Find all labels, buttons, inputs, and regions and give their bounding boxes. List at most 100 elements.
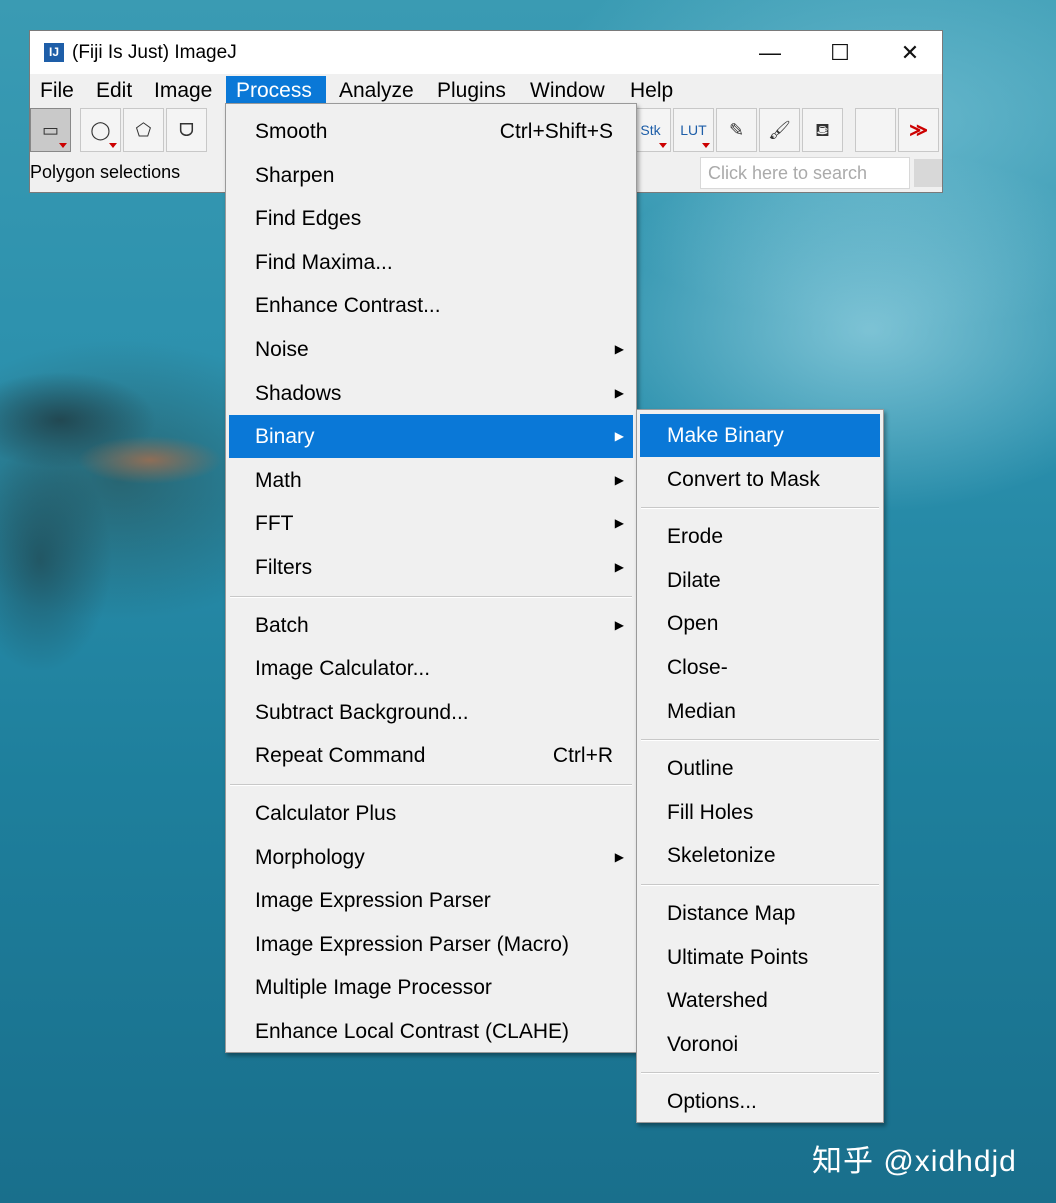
menu-item-erode[interactable]: Erode bbox=[640, 515, 880, 558]
menu-item-image-expression-parser-macro[interactable]: Image Expression Parser (Macro) bbox=[229, 923, 633, 966]
lut-tool-icon[interactable]: LUT bbox=[673, 108, 714, 152]
submenu-arrow-icon: ▶ bbox=[614, 472, 624, 487]
menu-item-label: Filters bbox=[255, 556, 313, 579]
menu-item-image-expression-parser[interactable]: Image Expression Parser bbox=[229, 879, 633, 922]
menu-item-label: Enhance Local Contrast (CLAHE) bbox=[255, 1020, 569, 1043]
menu-item-smooth[interactable]: Smooth Ctrl+Shift+S bbox=[229, 110, 633, 153]
search-button[interactable] bbox=[914, 159, 942, 187]
menu-item-label: Batch bbox=[255, 613, 309, 637]
submenu-arrow-icon: ▶ bbox=[614, 385, 624, 400]
menu-item-filters[interactable]: Filters ▶ bbox=[229, 546, 633, 589]
menu-window[interactable]: Window bbox=[520, 76, 620, 106]
pencil-tool-icon[interactable]: ✎ bbox=[716, 108, 757, 152]
oval-tool-icon[interactable]: ◯ bbox=[80, 108, 121, 152]
menu-item-math[interactable]: Math ▶ bbox=[229, 459, 633, 502]
menu-item-label: Image Calculator... bbox=[255, 657, 431, 681]
menu-item-shadows[interactable]: Shadows ▶ bbox=[229, 372, 633, 415]
menu-item-label: Repeat Command bbox=[255, 744, 426, 768]
search-input[interactable]: Click here to search bbox=[700, 157, 910, 189]
menu-item-label: Fill Holes bbox=[667, 800, 754, 824]
menu-item-morphology[interactable]: Morphology ▶ bbox=[229, 836, 633, 879]
flood-fill-tool-icon[interactable]: ⛾ bbox=[802, 108, 843, 152]
brush-tool-icon[interactable]: 🖌 bbox=[759, 108, 800, 152]
submenu-arrow-icon: ▶ bbox=[614, 429, 624, 444]
menu-item-convert-to-mask[interactable]: Convert to Mask bbox=[640, 458, 880, 501]
menu-item-label: Enhance Contrast... bbox=[255, 294, 441, 318]
menu-item-find-maxima[interactable]: Find Maxima... bbox=[229, 241, 633, 284]
menu-item-noise[interactable]: Noise ▶ bbox=[229, 328, 633, 371]
minimize-button[interactable]: — bbox=[735, 31, 805, 74]
menu-bar: File Edit Image Process Analyze Plugins Window… bbox=[30, 76, 942, 106]
close-button[interactable]: ✕ bbox=[875, 31, 945, 74]
menu-item-label: Outline bbox=[667, 757, 734, 781]
menu-item-multiple-image-processor[interactable]: Multiple Image Processor bbox=[229, 966, 633, 1009]
menu-image[interactable]: Image bbox=[144, 76, 226, 106]
menu-item-distance-map[interactable]: Distance Map bbox=[640, 892, 880, 935]
menu-item-skeletonize[interactable]: Skeletonize bbox=[640, 834, 880, 877]
menu-item-label: Image Expression Parser (Macro) bbox=[255, 932, 569, 956]
dropdown-indicator-icon bbox=[702, 143, 710, 148]
background-swimmer bbox=[0, 350, 240, 670]
menu-help[interactable]: Help bbox=[620, 76, 684, 106]
more-tools-icon[interactable]: ≫ bbox=[898, 108, 939, 152]
submenu-arrow-icon: ▶ bbox=[614, 617, 624, 632]
empty-tool-slot[interactable] bbox=[855, 108, 896, 152]
menu-item-fill-holes[interactable]: Fill Holes bbox=[640, 791, 880, 834]
menu-item-ultimate-points[interactable]: Ultimate Points bbox=[640, 936, 880, 979]
menu-separator bbox=[641, 507, 879, 510]
menu-item-label: Distance Map bbox=[667, 902, 796, 925]
watermark: 知乎 @xidhdjd bbox=[812, 1145, 1017, 1178]
menu-item-binary[interactable]: Binary ▶ bbox=[229, 415, 633, 459]
menu-item-label: FFT bbox=[255, 512, 294, 536]
menu-item-batch[interactable]: Batch ▶ bbox=[229, 604, 633, 647]
menu-separator bbox=[641, 739, 879, 742]
menu-item-label: Calculator Plus bbox=[255, 802, 397, 825]
freehand-tool-icon[interactable]: ᗜ bbox=[166, 108, 207, 152]
menu-item-label: Noise bbox=[255, 338, 309, 361]
menu-item-label: Find Maxima... bbox=[255, 250, 393, 274]
menu-item-image-calculator[interactable]: Image Calculator... bbox=[229, 647, 633, 690]
menu-item-make-binary[interactable]: Make Binary bbox=[640, 414, 880, 457]
rectangle-tool-icon[interactable]: ▭ bbox=[30, 108, 71, 152]
polygon-tool-icon[interactable]: ⬠ bbox=[123, 108, 164, 152]
menu-separator bbox=[230, 595, 632, 598]
menu-item-repeat-command[interactable]: Repeat Command Ctrl+R bbox=[229, 734, 633, 777]
menu-item-label: Subtract Background... bbox=[255, 700, 469, 724]
menu-item-label: Open bbox=[667, 612, 719, 636]
binary-submenu: Make Binary Convert to Mask Erode Dilate Ope… bbox=[636, 409, 884, 1123]
menu-item-subtract-background[interactable]: Subtract Background... bbox=[229, 691, 633, 734]
menu-item-fft[interactable]: FFT ▶ bbox=[229, 502, 633, 545]
menu-item-outline[interactable]: Outline bbox=[640, 747, 880, 790]
menu-item-voronoi[interactable]: Voronoi bbox=[640, 1023, 880, 1066]
menu-item-dilate[interactable]: Dilate bbox=[640, 559, 880, 602]
menu-item-calculator-plus[interactable]: Calculator Plus bbox=[229, 792, 633, 835]
menu-item-close[interactable]: Close- bbox=[640, 646, 880, 689]
menu-edit[interactable]: Edit bbox=[86, 76, 144, 106]
menu-item-find-edges[interactable]: Find Edges bbox=[229, 197, 633, 240]
menu-analyze[interactable]: Analyze bbox=[329, 76, 427, 106]
menu-item-enhance-contrast[interactable]: Enhance Contrast... bbox=[229, 284, 633, 327]
menu-process[interactable]: Process bbox=[226, 76, 326, 106]
dropdown-indicator-icon bbox=[59, 143, 67, 148]
menu-separator bbox=[641, 884, 879, 886]
menu-item-label: Binary bbox=[255, 425, 315, 449]
menu-item-median[interactable]: Median bbox=[640, 690, 880, 733]
window-title: (Fiji Is Just) ImageJ bbox=[72, 42, 237, 63]
menu-item-label: Morphology bbox=[255, 845, 365, 869]
menu-item-label: Skeletonize bbox=[667, 844, 776, 868]
menu-file[interactable]: File bbox=[30, 76, 86, 106]
menu-item-watershed[interactable]: Watershed bbox=[640, 979, 880, 1022]
menu-item-label: Voronoi bbox=[667, 1032, 739, 1056]
submenu-arrow-icon: ▶ bbox=[614, 516, 624, 531]
status-text: Polygon selections bbox=[30, 162, 181, 182]
menu-item-label: Ultimate Points bbox=[667, 945, 809, 969]
menu-item-open[interactable]: Open bbox=[640, 602, 880, 645]
menu-plugins[interactable]: Plugins bbox=[427, 76, 520, 106]
menu-item-options[interactable]: Options... bbox=[640, 1080, 880, 1123]
menu-item-label: Sharpen bbox=[255, 163, 335, 187]
maximize-button[interactable]: ☐ bbox=[805, 31, 875, 74]
title-bar[interactable]: IJ (Fiji Is Just) ImageJ — ☐ ✕ bbox=[30, 31, 942, 74]
menu-item-label: Multiple Image Processor bbox=[255, 976, 492, 1000]
menu-item-sharpen[interactable]: Sharpen bbox=[229, 154, 633, 197]
menu-item-enhance-local-contrast-clahe[interactable]: Enhance Local Contrast (CLAHE) bbox=[229, 1010, 633, 1053]
